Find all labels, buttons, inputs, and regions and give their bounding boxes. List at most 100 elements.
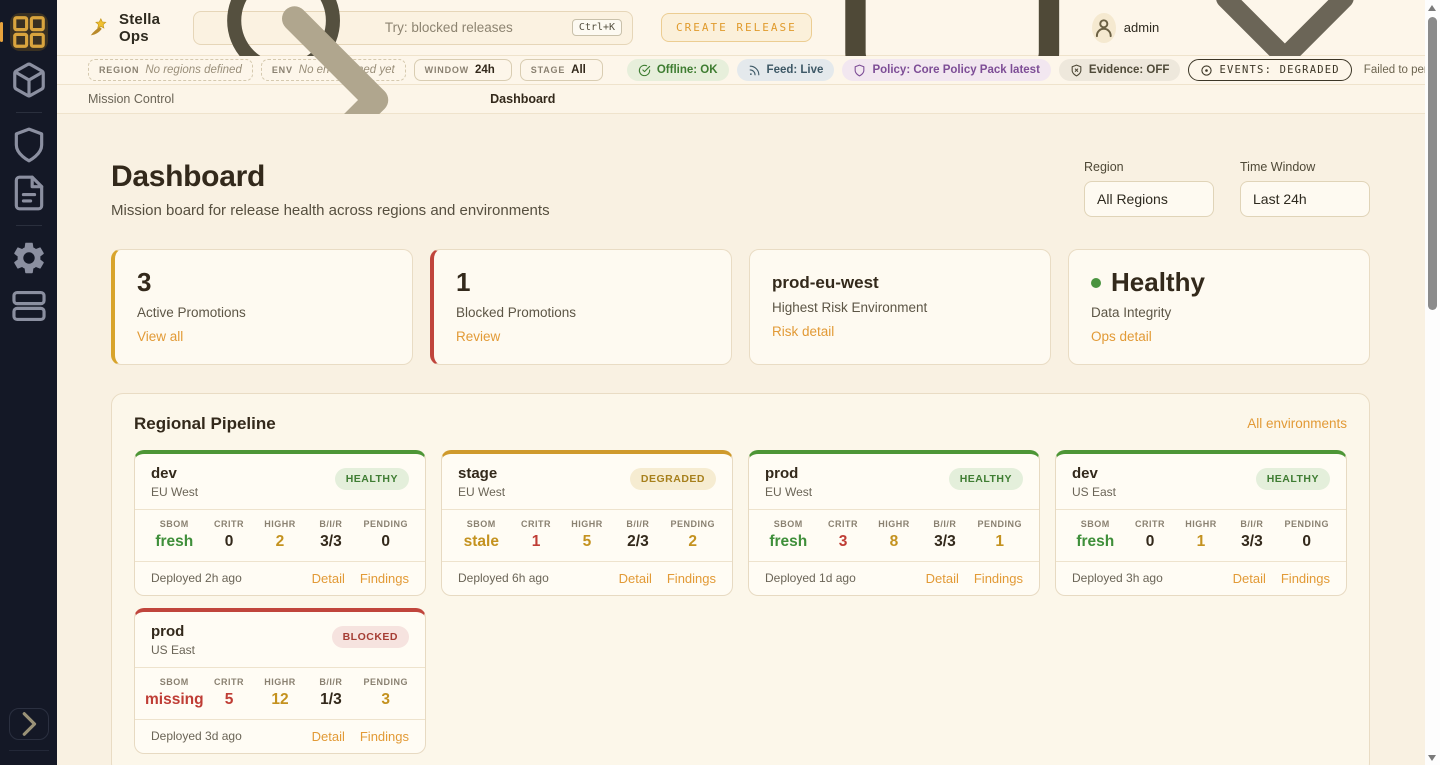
findings-link[interactable]: Findings [1281, 571, 1330, 586]
pipeline-card: stageEU WestDEGRADEDSBOMstaleCRITR1HIGHR… [441, 450, 733, 596]
stat-card-link[interactable]: View all [137, 329, 183, 344]
environment-name: prod [151, 623, 195, 640]
sidebar-item-dashboard[interactable] [10, 13, 48, 51]
stat-value: stale [452, 533, 511, 551]
sidebar-item-security[interactable] [10, 126, 48, 164]
page-content: Dashboard Mission board for release heal… [57, 114, 1425, 765]
vertical-scrollbar[interactable] [1425, 0, 1440, 765]
rss-icon [748, 64, 761, 77]
environment-name: prod [765, 465, 812, 482]
pipeline-stat: CRITR0 [1125, 519, 1176, 551]
stat-value: 3 [137, 268, 390, 298]
findings-link[interactable]: Findings [667, 571, 716, 586]
stat-header: CRITR [204, 519, 255, 529]
stat-header: PENDING [356, 677, 415, 687]
app-root: Stella Ops Ctrl+K CREATE RELEASE admin R… [0, 0, 1440, 765]
avatar [1092, 13, 1116, 43]
sidebar-expand-button[interactable] [9, 708, 49, 740]
check-circle-icon [638, 64, 651, 77]
deployed-time: Deployed 1d ago [765, 571, 911, 585]
stat-header: HIGHR [255, 677, 306, 687]
region-select[interactable]: All Regions [1084, 181, 1214, 217]
filter-chip-stage[interactable]: STAGEAll [520, 59, 603, 81]
stat-label: Active Promotions [137, 305, 390, 320]
page-title: Dashboard [111, 160, 550, 194]
sidebar-item-servers[interactable] [10, 287, 48, 325]
status-pill-feed[interactable]: Feed: Live [737, 59, 835, 81]
stat-value: 0 [204, 533, 255, 551]
stat-value: 0 [356, 533, 415, 551]
stat-header: B/I/R [305, 519, 356, 529]
sidebar-item-documents[interactable] [10, 174, 48, 212]
detail-link[interactable]: Detail [1233, 571, 1266, 586]
user-icon [1092, 16, 1116, 40]
stat-value: 3/3 [1226, 533, 1277, 551]
findings-link[interactable]: Findings [360, 729, 409, 744]
stat-header: CRITR [204, 677, 255, 687]
detail-link[interactable]: Detail [619, 571, 652, 586]
pipeline-stat: PENDING1 [970, 519, 1029, 551]
status-badge: HEALTHY [335, 468, 409, 490]
stat-value: 5 [562, 533, 613, 551]
pipeline-card: devUS EastHEALTHYSBOMfreshCRITR0HIGHR1B/… [1055, 450, 1347, 596]
stat-header: CRITR [1125, 519, 1176, 529]
status-pill-offline[interactable]: Offline: OK [627, 59, 729, 81]
status-badge: DEGRADED [630, 468, 716, 490]
chip-label: REGION [99, 65, 139, 75]
stat-header: PENDING [1277, 519, 1336, 529]
findings-link[interactable]: Findings [360, 571, 409, 586]
stat-card-link[interactable]: Review [456, 329, 500, 344]
create-release-button[interactable]: CREATE RELEASE [661, 13, 812, 42]
scrollbar-up-arrow-icon[interactable] [1428, 5, 1436, 11]
region-name: US East [1072, 485, 1116, 499]
detail-link[interactable]: Detail [926, 571, 959, 586]
environment-name: dev [1072, 465, 1116, 482]
region-name: EU West [765, 485, 812, 499]
all-environments-link[interactable]: All environments [1247, 416, 1347, 431]
breadcrumb-mission-control[interactable]: Mission Control [88, 92, 174, 106]
pipeline-stat: HIGHR 12 [255, 677, 306, 709]
stat-value: 2/3 [612, 533, 663, 551]
stat-card-link[interactable]: Ops detail [1091, 329, 1152, 344]
environment-name: stage [458, 465, 505, 482]
stat-value: fresh [1066, 533, 1125, 551]
sidebar-item-settings[interactable] [10, 239, 48, 277]
time-window-filter-label: Time Window [1240, 160, 1370, 174]
sidebar-divider [16, 225, 42, 226]
stat-value: prod-eu-west [772, 273, 1028, 293]
stat-label: Highest Risk Environment [772, 300, 1028, 315]
pill-label: Offline: OK [657, 64, 718, 76]
stat-header: B/I/R [1226, 519, 1277, 529]
time-window-select[interactable]: Last 24h [1240, 181, 1370, 217]
stat-value: 1/3 [305, 691, 356, 709]
page-subtitle: Mission board for release health across … [111, 202, 550, 219]
sidebar-bottom-divider [9, 750, 49, 751]
pipeline-stat: B/I/R1/3 [305, 677, 356, 709]
stat-value: 0 [1277, 533, 1336, 551]
status-pill-evidence[interactable]: Evidence: OFF [1059, 59, 1181, 81]
pipeline-stat: HIGHR1 [1176, 519, 1227, 551]
status-pill-policy[interactable]: Policy: Core Policy Pack latest [842, 59, 1050, 81]
scrollbar-thumb[interactable] [1428, 17, 1437, 310]
app-title: Stella Ops [119, 11, 175, 45]
sidebar-item-packages[interactable] [10, 61, 48, 99]
scrollbar-down-arrow-icon[interactable] [1428, 755, 1436, 761]
stat-value: 12 [255, 691, 306, 709]
region-name: EU West [458, 485, 505, 499]
stat-value: 3/3 [919, 533, 970, 551]
stat-label: Blocked Promotions [456, 305, 709, 320]
stat-value: 2 [663, 533, 722, 551]
health-dot-icon [1091, 278, 1101, 288]
detail-link[interactable]: Detail [312, 571, 345, 586]
findings-link[interactable]: Findings [974, 571, 1023, 586]
stat-card-link[interactable]: Risk detail [772, 324, 834, 339]
pipeline-stat: B/I/R3/3 [305, 519, 356, 551]
gear-icon [10, 239, 48, 277]
stat-header: B/I/R [919, 519, 970, 529]
deployed-time: Deployed 3d ago [151, 729, 297, 743]
status-pill-events[interactable]: EVENTS: DEGRADED [1188, 59, 1351, 81]
pipeline-stat: SBOMfresh [1066, 519, 1125, 551]
detail-link[interactable]: Detail [312, 729, 345, 744]
stat-label: Data Integrity [1091, 305, 1347, 320]
stat-header: PENDING [663, 519, 722, 529]
